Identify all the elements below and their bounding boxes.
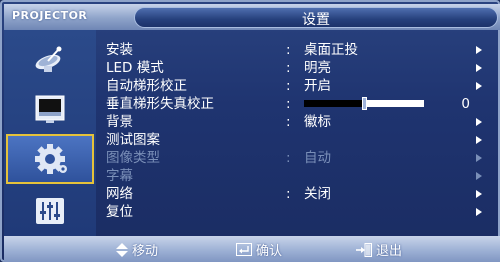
- hint-confirm: 确认: [236, 240, 282, 259]
- separator-colon: :: [286, 42, 291, 58]
- separator-colon: :: [286, 150, 291, 166]
- separator-colon: :: [286, 78, 291, 94]
- hint-move: 移动: [116, 240, 158, 259]
- menu-item-value: 关闭: [304, 186, 331, 202]
- menu-item-picture-type: 图像类型 : 自动: [106, 150, 490, 166]
- menu-item-value: 开启: [304, 78, 331, 94]
- menu-item-installation[interactable]: 安装 : 桌面正投: [106, 42, 490, 58]
- chevron-right-icon: [476, 172, 482, 180]
- sidebar-item-input[interactable]: [10, 36, 90, 82]
- picture-icon: [35, 95, 65, 123]
- category-sidebar: [4, 30, 96, 236]
- hint-exit: 退出: [356, 240, 402, 259]
- chevron-right-icon: [476, 136, 482, 144]
- brand-label: PROJECTOR: [12, 9, 88, 22]
- sidebar-item-picture[interactable]: [10, 86, 90, 132]
- separator-colon: :: [286, 96, 291, 112]
- projector-osd-window: PROJECTOR 设置 安装: 桌面正投 LED 模式: 明亮 自动梯形校…: [0, 0, 500, 262]
- menu-item-auto-keystone[interactable]: 自动梯形校正 : 开启: [106, 78, 490, 94]
- sidebar-item-setup[interactable]: [6, 134, 94, 184]
- chevron-right-icon: [476, 64, 482, 72]
- hint-confirm-label: 确认: [256, 244, 283, 259]
- up-down-arrow-icon: [116, 242, 128, 257]
- chevron-right-icon: [476, 154, 482, 162]
- chevron-right-icon: [476, 118, 482, 126]
- menu-item-label: 网络: [106, 186, 133, 202]
- sidebar-item-sound[interactable]: [10, 188, 90, 234]
- menu-item-led-mode[interactable]: LED 模式 : 明亮: [106, 60, 490, 76]
- separator-colon: :: [286, 60, 291, 76]
- menu-item-test-pattern[interactable]: 测试图案: [106, 132, 490, 148]
- equalizer-icon: [36, 198, 64, 224]
- menu-item-value: 自动: [304, 150, 331, 166]
- menu-item-value: 徽标: [304, 114, 331, 130]
- menu-item-label: 测试图案: [106, 132, 160, 148]
- menu-item-subtitle: 字幕: [106, 168, 490, 184]
- header-bar: PROJECTOR 设置: [4, 4, 500, 30]
- menu-item-network[interactable]: 网络 : 关闭: [106, 186, 490, 202]
- menu-item-label: 垂直梯形失真校正: [106, 96, 214, 112]
- menu-item-label: 复位: [106, 204, 133, 220]
- chevron-right-icon: [476, 82, 482, 90]
- footer-hints: 移动 确认 退出: [4, 236, 500, 262]
- menu-item-label: LED 模式: [106, 60, 164, 76]
- satellite-dish-icon: [35, 46, 62, 72]
- hint-exit-label: 退出: [376, 244, 403, 259]
- exit-icon: [356, 242, 372, 257]
- menu-item-value: 桌面正投: [304, 42, 358, 58]
- chevron-right-icon: [476, 208, 482, 216]
- chevron-right-icon: [476, 46, 482, 54]
- slider-handle[interactable]: [362, 97, 367, 110]
- page-title: 设置: [302, 12, 330, 28]
- menu-item-background[interactable]: 背景 : 徽标: [106, 114, 490, 130]
- slider-fill: [304, 100, 364, 107]
- menu-item-label: 自动梯形校正: [106, 78, 187, 94]
- title-bar: 设置: [134, 7, 498, 28]
- chevron-right-icon: [476, 190, 482, 198]
- menu-item-label: 背景: [106, 114, 133, 130]
- menu-item-reset[interactable]: 复位: [106, 204, 490, 220]
- menu-item-label: 字幕: [106, 168, 133, 184]
- enter-icon: [236, 243, 252, 256]
- separator-colon: :: [286, 186, 291, 202]
- slider-value: 0: [461, 96, 470, 112]
- gear-icon: [35, 144, 67, 174]
- separator-colon: :: [286, 114, 291, 130]
- menu-item-label: 图像类型: [106, 150, 160, 166]
- menu-item-vertical-keystone[interactable]: 垂直梯形失真校正 : 0: [106, 96, 490, 112]
- hint-move-label: 移动: [132, 244, 159, 259]
- menu-item-label: 安装: [106, 42, 133, 58]
- menu-item-value: 明亮: [304, 60, 331, 76]
